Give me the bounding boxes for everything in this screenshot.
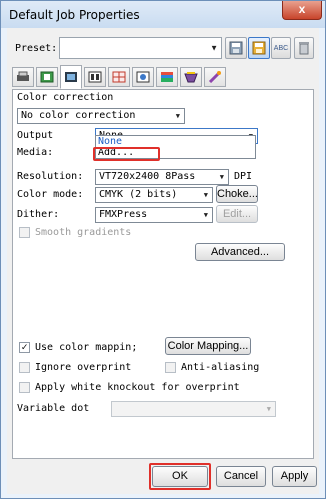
- preset-label: Preset:: [15, 43, 58, 54]
- use-color-mapping-checkbox[interactable]: ✓: [19, 342, 30, 353]
- color-correction-section-label: Color correction: [17, 92, 114, 103]
- tab-printer[interactable]: [12, 67, 34, 87]
- tab-color[interactable]: [60, 65, 82, 89]
- resolution-select[interactable]: VT720x2400 8Pass ▼: [95, 169, 229, 185]
- dither-value: FMXPress: [99, 209, 148, 220]
- dropdown-item-none[interactable]: None: [96, 136, 255, 147]
- resolution-label: Resolution:: [17, 171, 84, 182]
- white-knockout-label: Apply white knockout for overprint: [35, 382, 240, 393]
- preset-select[interactable]: ▼: [59, 37, 222, 59]
- resolution-unit: DPI: [234, 171, 253, 182]
- ok-button-highlight: [149, 463, 211, 490]
- color-mode-value: CMYK (2 bits): [99, 189, 178, 200]
- anti-aliasing-checkbox[interactable]: [165, 362, 176, 373]
- chevron-down-icon: ▼: [266, 405, 271, 413]
- resolution-value: VT720x2400 8Pass: [99, 171, 196, 182]
- chevron-down-icon: ▼: [203, 211, 208, 219]
- title-bar[interactable]: Default Job Properties x: [1, 1, 325, 28]
- save-as-preset-button[interactable]: [248, 37, 270, 59]
- advanced-button-label: Advanced...: [210, 246, 270, 258]
- anti-aliasing-label: Anti-aliasing: [181, 362, 260, 373]
- tab-finishing[interactable]: [180, 67, 202, 87]
- dialog-body: Preset: ▼ ABC Color correction No color …: [7, 28, 319, 494]
- tab-marks[interactable]: [108, 67, 130, 87]
- dither-select[interactable]: FMXPress ▼: [95, 207, 213, 223]
- save-preset-icon: [229, 41, 243, 55]
- checkmark-icon: ✓: [21, 341, 28, 353]
- color-mode-label: Color mode:: [17, 189, 84, 200]
- cancel-button[interactable]: Cancel: [216, 466, 266, 487]
- color-mapping-button[interactable]: Color Mapping...: [165, 337, 251, 355]
- rename-preset-button[interactable]: ABC: [271, 37, 291, 59]
- job-properties-dialog: Default Job Properties x Preset: ▼ ABC C…: [0, 0, 326, 499]
- save-as-preset-icon: [252, 41, 266, 55]
- rename-preset-icon: ABC: [273, 44, 289, 52]
- apply-button[interactable]: Apply: [272, 466, 317, 487]
- chevron-down-icon: ▼: [219, 173, 224, 181]
- smooth-gradients-label: Smooth gradients: [35, 227, 132, 238]
- chevron-down-icon: ▼: [210, 43, 218, 53]
- edit-dither-button[interactable]: Edit...: [216, 205, 258, 223]
- color-correction-select[interactable]: No color correction ▼: [17, 108, 185, 124]
- tab-image[interactable]: [132, 67, 154, 87]
- chevron-down-icon: ▼: [203, 191, 208, 199]
- marks-tab-icon: [112, 71, 126, 83]
- dither-label: Dither:: [17, 209, 60, 220]
- color-mode-select[interactable]: CMYK (2 bits) ▼: [95, 187, 213, 203]
- use-color-mapping-label: Use color mappin;: [35, 342, 138, 353]
- save-preset-button[interactable]: [225, 37, 247, 59]
- close-button[interactable]: x: [282, 1, 322, 20]
- delete-preset-icon: [299, 42, 309, 55]
- ignore-overprint-checkbox[interactable]: [19, 362, 30, 373]
- advanced-button[interactable]: Advanced...: [195, 243, 285, 261]
- image-tab-icon: [136, 71, 150, 83]
- variable-dot-select[interactable]: ▼: [111, 401, 276, 417]
- ignore-overprint-label: Ignore overprint: [35, 362, 132, 373]
- delete-preset-button[interactable]: [294, 37, 314, 59]
- smooth-gradients-checkbox[interactable]: [19, 227, 30, 238]
- tab-layout[interactable]: [84, 67, 106, 87]
- tab-media[interactable]: [36, 67, 58, 87]
- layout-tab-icon: [88, 71, 102, 83]
- tab-spot-color[interactable]: [156, 67, 178, 87]
- white-knockout-checkbox[interactable]: [19, 382, 30, 393]
- misc-tab-icon: [208, 71, 221, 83]
- choke-button[interactable]: Choke...: [216, 185, 258, 203]
- color-tab-icon: [65, 72, 77, 82]
- chevron-down-icon: ▼: [175, 112, 180, 120]
- finishing-tab-icon: [184, 72, 198, 83]
- output-label: Output: [17, 130, 54, 141]
- variable-dot-label: Variable dot: [17, 403, 90, 414]
- window-title: Default Job Properties: [9, 8, 140, 22]
- add-item-highlight: [93, 147, 160, 161]
- spot-color-tab-icon: [161, 72, 173, 82]
- tab-misc[interactable]: [204, 67, 226, 87]
- printer-tab-icon: [17, 71, 29, 81]
- media-label: Media:: [17, 147, 54, 158]
- media-tab-icon: [40, 71, 54, 83]
- color-correction-value: No color correction: [21, 110, 136, 121]
